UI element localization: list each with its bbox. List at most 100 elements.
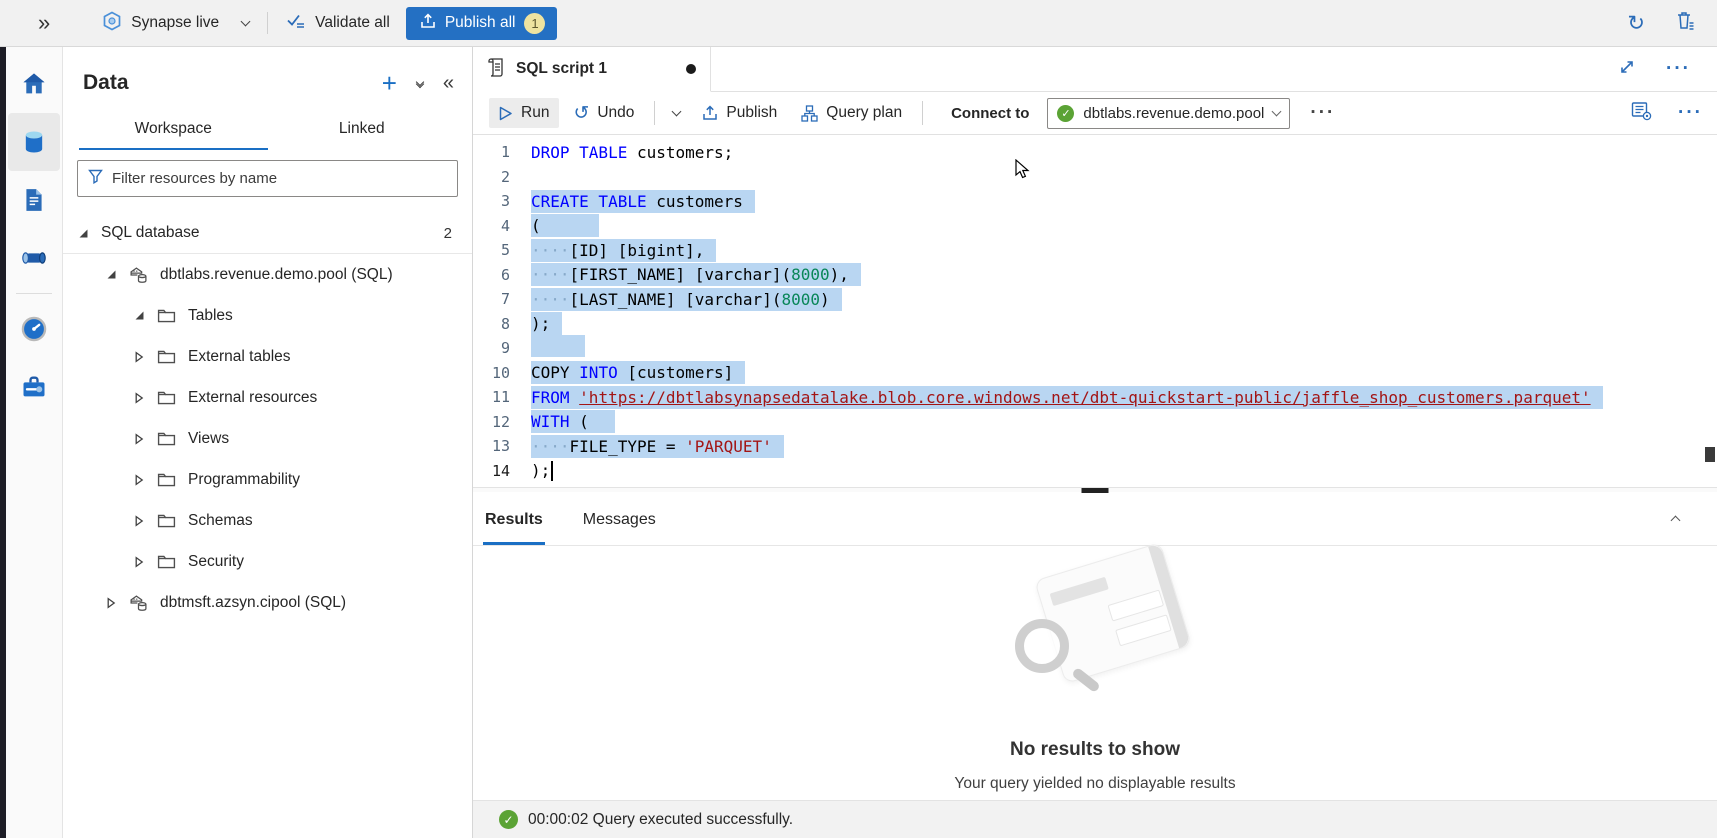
tree-item-schemas[interactable]: Schemas xyxy=(63,500,472,541)
code-line-3[interactable]: 3CREATE TABLE customers xyxy=(473,189,1717,214)
discard-all-icon[interactable] xyxy=(1675,10,1695,36)
scrollbar-caret-mark[interactable] xyxy=(1705,447,1715,462)
collapse-all-icon[interactable] xyxy=(417,81,423,85)
results-splitter xyxy=(473,487,1717,492)
line-number[interactable]: 7 xyxy=(473,290,531,308)
expand-menu-icon[interactable]: » xyxy=(38,12,50,34)
code-line-4[interactable]: 4( xyxy=(473,214,1717,239)
line-number[interactable]: 13 xyxy=(473,437,531,455)
collapse-results-icon[interactable] xyxy=(1671,516,1681,526)
tree-item-tables[interactable]: Tables xyxy=(63,295,472,336)
pool-name: dbtlabs.revenue.demo.pool xyxy=(1083,105,1264,122)
collapsed-arrow-icon[interactable] xyxy=(133,556,145,568)
collapsed-arrow-icon[interactable] xyxy=(133,433,145,445)
chevron-down-icon[interactable] xyxy=(241,16,251,26)
line-number[interactable]: 2 xyxy=(473,168,531,186)
expanded-arrow-icon[interactable] xyxy=(105,269,117,280)
undo-button[interactable]: ↺ Undo xyxy=(563,98,644,129)
code-line-7[interactable]: 7····[LAST_NAME] [varchar](8000) xyxy=(473,287,1717,312)
line-number[interactable]: 10 xyxy=(473,364,531,382)
publish-all-button[interactable]: Publish all 1 xyxy=(406,7,558,40)
nav-develop[interactable] xyxy=(8,171,60,229)
sql-toolbar: Run ↺ Undo Publish Query plan Connect to… xyxy=(473,92,1717,135)
code-line-13[interactable]: 13····FILE_TYPE = 'PARQUET' xyxy=(473,434,1717,459)
filter-input[interactable] xyxy=(112,170,447,187)
tree-item-views[interactable]: Views xyxy=(63,418,472,459)
code-line-9[interactable]: 9 xyxy=(473,336,1717,361)
expanded-arrow-icon[interactable] xyxy=(133,310,145,321)
code-line-14[interactable]: 14); xyxy=(473,459,1717,484)
nav-home[interactable] xyxy=(8,55,60,113)
expanded-arrow-icon[interactable] xyxy=(77,228,89,239)
tree-item-external-resources[interactable]: External resources xyxy=(63,377,472,418)
nav-data[interactable] xyxy=(8,113,60,171)
line-number[interactable]: 9 xyxy=(473,339,531,357)
query-plan-button[interactable]: Query plan xyxy=(791,98,912,128)
code-line-1[interactable]: 1DROP TABLE customers; xyxy=(473,140,1717,165)
collapsed-arrow-icon[interactable] xyxy=(105,597,117,609)
query-plan-icon xyxy=(801,105,818,122)
collapsed-arrow-icon[interactable] xyxy=(133,392,145,404)
session-settings-icon[interactable] xyxy=(1631,101,1652,126)
add-resource-button[interactable]: + xyxy=(382,73,397,94)
validate-all-button[interactable]: Validate all xyxy=(286,12,390,35)
tree-item-programmability[interactable]: Programmability xyxy=(63,459,472,500)
success-check-icon: ✓ xyxy=(499,810,518,829)
more-actions-icon[interactable]: ··· xyxy=(1666,58,1691,80)
line-number[interactable]: 14 xyxy=(473,462,531,480)
code-line-6[interactable]: 6····[FIRST_NAME] [varchar](8000), xyxy=(473,263,1717,288)
undo-redo-dropdown[interactable] xyxy=(665,106,688,121)
status-message: 00:00:02 Query executed successfully. xyxy=(528,811,793,829)
line-number[interactable]: 4 xyxy=(473,217,531,235)
line-number[interactable]: 8 xyxy=(473,315,531,333)
code-line-5[interactable]: 5····[ID] [bigint], xyxy=(473,238,1717,263)
tree-item-security[interactable]: Security xyxy=(63,541,472,582)
nav-manage[interactable] xyxy=(8,358,60,416)
nav-monitor[interactable] xyxy=(8,300,60,358)
expand-editor-icon[interactable] xyxy=(1618,58,1636,81)
toolbar-more-icon[interactable]: ··· xyxy=(1310,102,1335,124)
folder-icon xyxy=(157,554,176,570)
run-button[interactable]: Run xyxy=(489,98,559,128)
no-results-illustration xyxy=(985,553,1205,723)
code-line-11[interactable]: 11FROM 'https://dbtlabsynapsedatalake.bl… xyxy=(473,385,1717,410)
tree-item-sql-database[interactable]: SQL database2 xyxy=(63,213,472,254)
collapsed-arrow-icon[interactable] xyxy=(133,474,145,486)
tab-workspace[interactable]: Workspace xyxy=(79,111,268,150)
line-number[interactable]: 11 xyxy=(473,388,531,406)
line-number[interactable]: 12 xyxy=(473,413,531,431)
nav-integrate[interactable] xyxy=(8,229,60,287)
tab-messages[interactable]: Messages xyxy=(581,499,658,545)
tab-linked[interactable]: Linked xyxy=(268,111,457,150)
sql-script-icon xyxy=(487,57,505,82)
tab-results[interactable]: Results xyxy=(483,499,545,545)
publish-button[interactable]: Publish xyxy=(692,98,787,128)
code-line-10[interactable]: 10COPY INTO [customers] xyxy=(473,361,1717,386)
pool-dropdown[interactable]: ✓ dbtlabs.revenue.demo.pool xyxy=(1047,98,1290,129)
line-number[interactable]: 5 xyxy=(473,241,531,259)
filter-icon xyxy=(88,169,103,189)
chevron-down-icon xyxy=(1272,106,1282,116)
collapsed-arrow-icon[interactable] xyxy=(133,351,145,363)
code-editor[interactable]: 1DROP TABLE customers; 2 3CREATE TABLE cus… xyxy=(473,135,1717,487)
collapsed-arrow-icon[interactable] xyxy=(133,515,145,527)
tree-item-dbtmsft-azsyn-cipool-sql[interactable]: dbtmsft.azsyn.cipool (SQL) xyxy=(63,582,472,623)
synapse-live-selector[interactable]: Synapse live xyxy=(102,11,249,36)
line-number[interactable]: 6 xyxy=(473,266,531,284)
code-line-12[interactable]: 12WITH ( xyxy=(473,410,1717,435)
code-line-8[interactable]: 8); xyxy=(473,312,1717,337)
tree-item-dbtlabs-revenue-demo-pool-sql[interactable]: dbtlabs.revenue.demo.pool (SQL) xyxy=(63,254,472,295)
document-tab-strip: SQL script 1 ··· xyxy=(473,47,1717,92)
mode-label: Synapse live xyxy=(131,14,219,32)
collapse-panel-icon[interactable]: « xyxy=(443,72,454,95)
line-number[interactable]: 1 xyxy=(473,143,531,161)
splitter-drag-handle[interactable] xyxy=(1082,488,1109,493)
line-number[interactable]: 3 xyxy=(473,192,531,210)
tree-item-external-tables[interactable]: External tables xyxy=(63,336,472,377)
publish-all-label: Publish all xyxy=(445,14,516,32)
results-more-icon[interactable]: ··· xyxy=(1678,102,1703,124)
tree-item-label: SQL database xyxy=(101,224,200,242)
refresh-icon[interactable]: ↻ xyxy=(1627,13,1645,34)
tab-sql-script-1[interactable]: SQL script 1 xyxy=(473,47,711,92)
code-line-2[interactable]: 2 xyxy=(473,165,1717,190)
